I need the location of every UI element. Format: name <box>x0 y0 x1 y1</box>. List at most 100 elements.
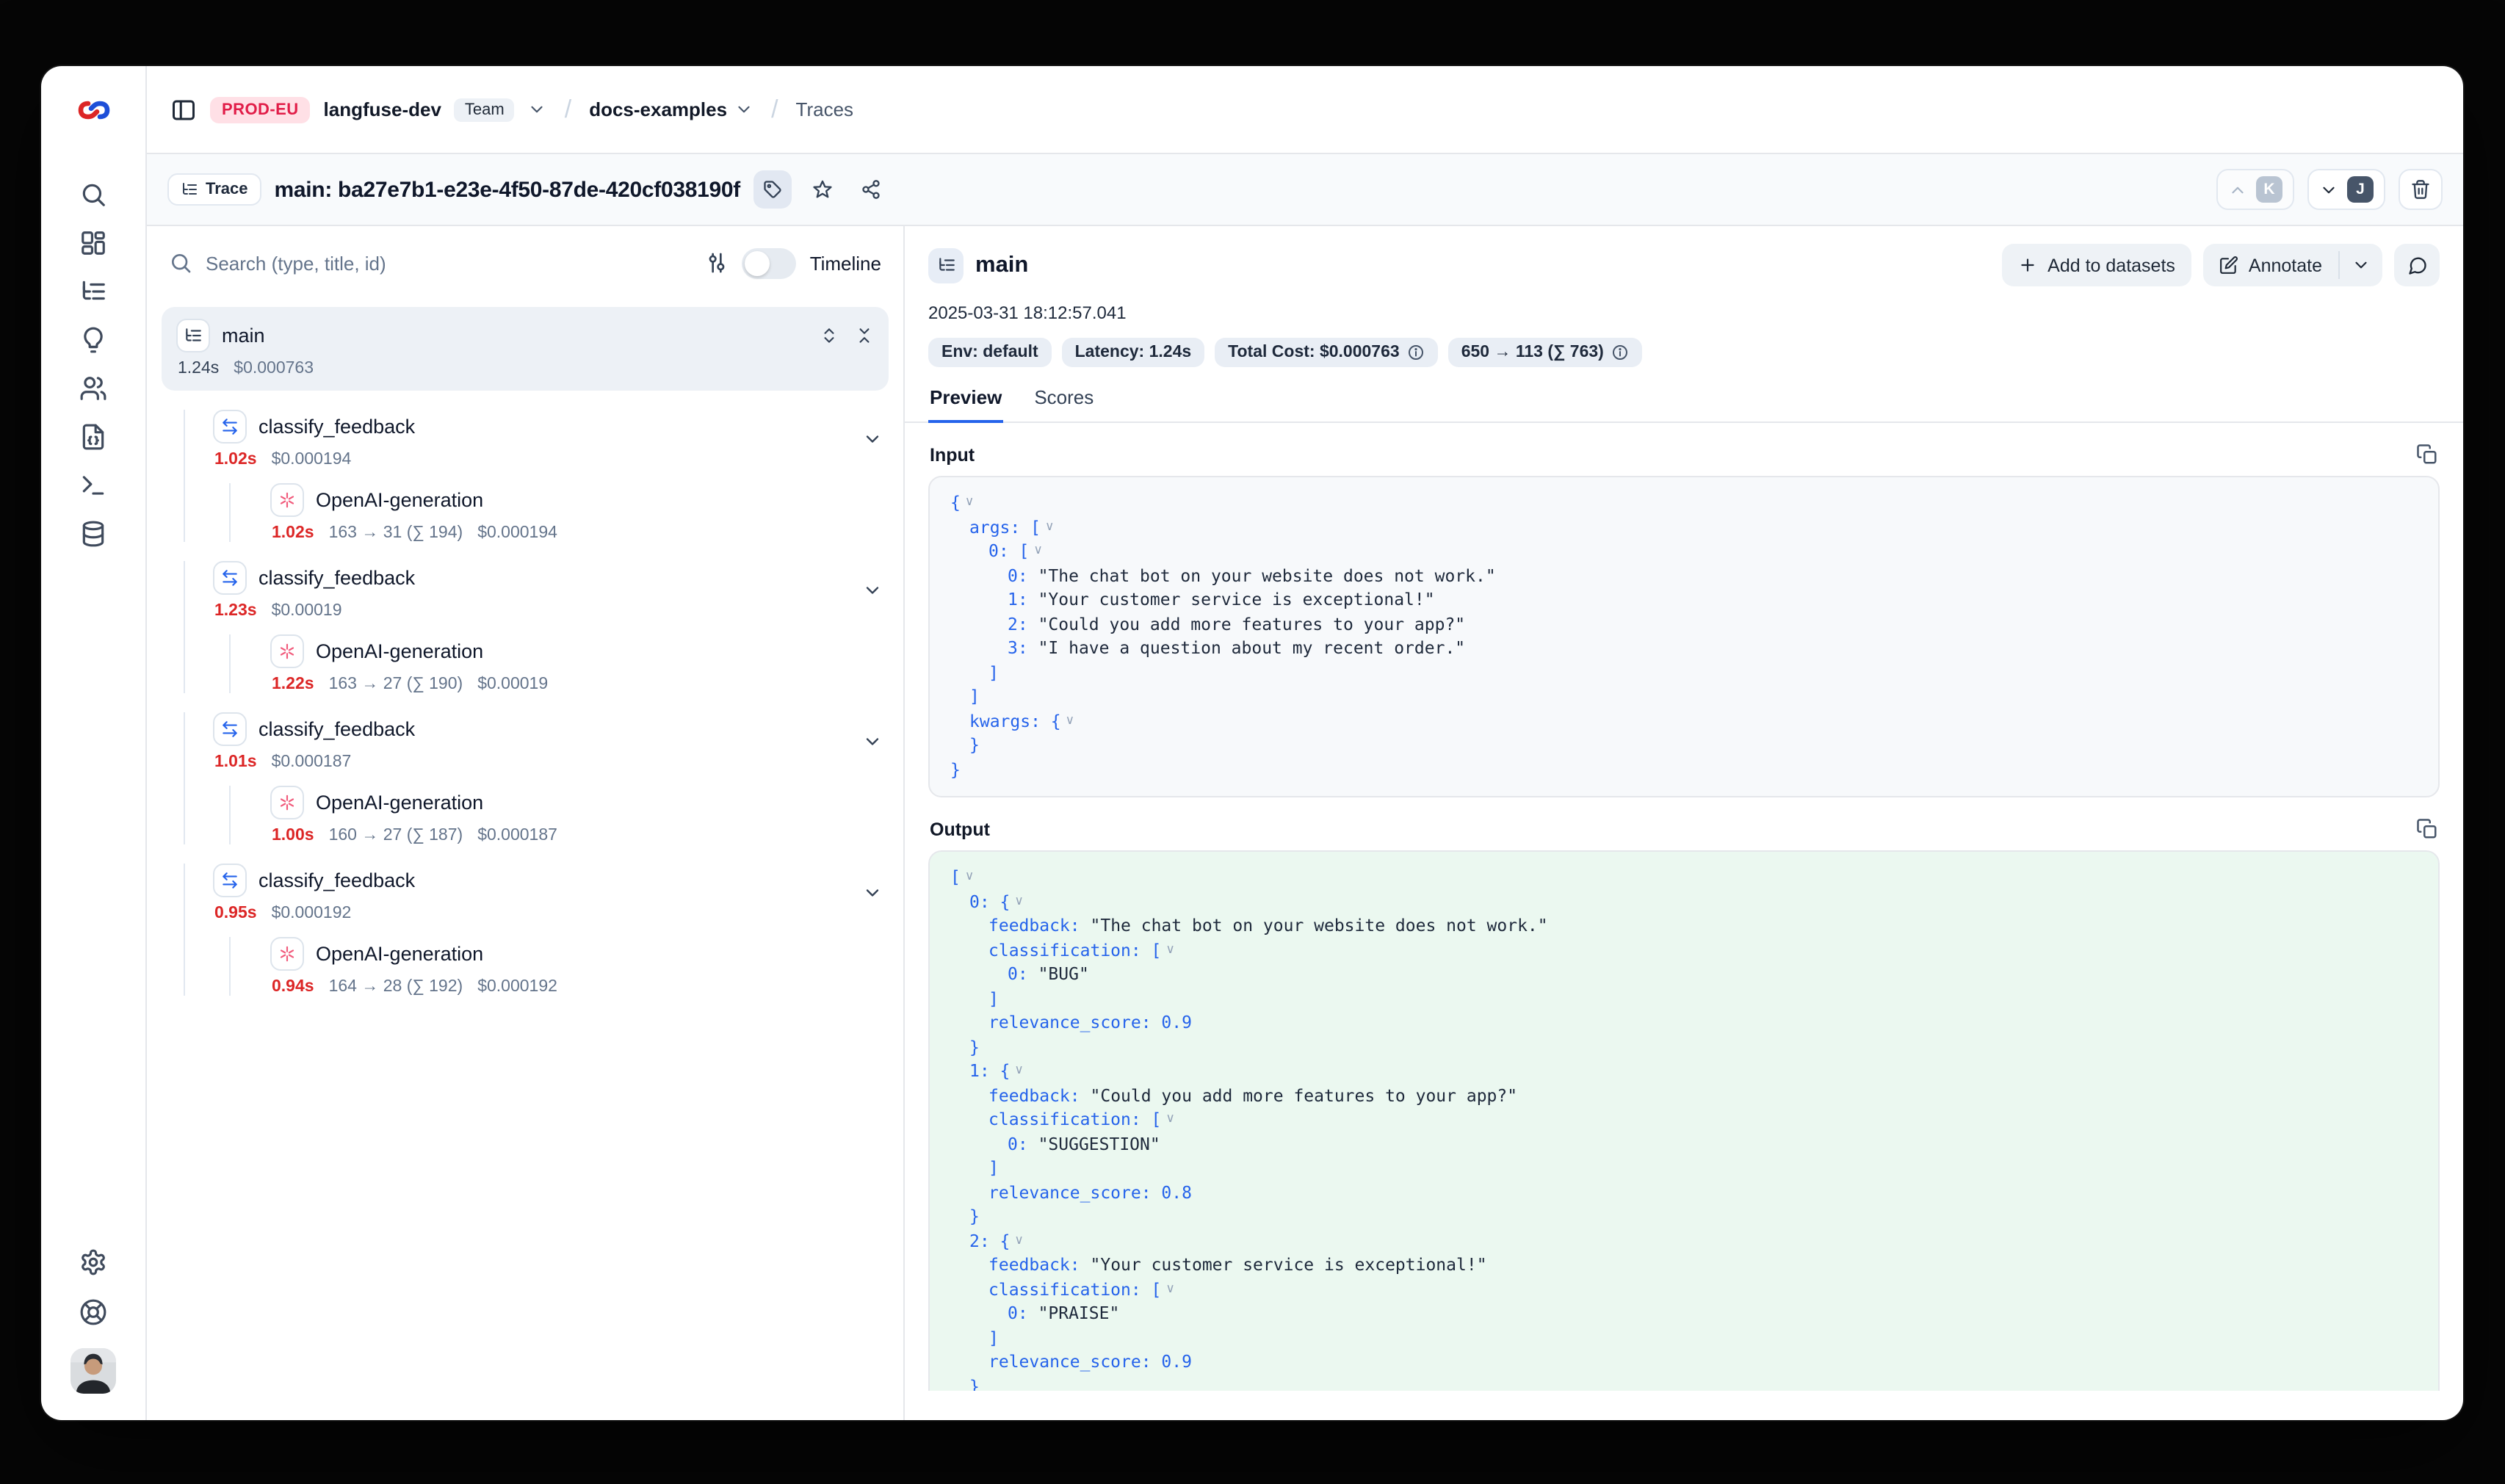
file-json-icon[interactable] <box>79 423 107 451</box>
users-icon[interactable] <box>79 374 107 402</box>
arrow-left-right-icon <box>213 712 247 746</box>
detail-title: main <box>975 252 1028 278</box>
add-to-datasets-button[interactable]: Add to datasets <box>2002 244 2191 286</box>
collapse-chevron-icon[interactable]: ∨ <box>1165 1112 1174 1126</box>
collapse-chevron-icon[interactable]: ∨ <box>1033 543 1042 558</box>
copy-input-icon[interactable] <box>2416 444 2438 466</box>
langfuse-logo[interactable] <box>41 66 145 154</box>
metric-badge[interactable]: Latency: 1.24s <box>1062 338 1205 367</box>
generation-tokens: 163 → 27 (∑ 190) <box>329 676 463 693</box>
chevron-down-icon[interactable] <box>862 883 883 911</box>
dashboard-icon[interactable] <box>79 229 107 257</box>
span-name: classify_feedback <box>259 567 415 589</box>
openai-icon <box>270 483 304 517</box>
settings-gear-icon[interactable] <box>79 1248 107 1276</box>
delete-trace-button[interactable] <box>2399 169 2443 210</box>
code-line: } <box>930 1374 2438 1391</box>
breadcrumb-traces[interactable]: Traces <box>796 98 854 120</box>
terminal-icon[interactable] <box>79 471 107 499</box>
collapse-all-icon[interactable] <box>855 326 874 345</box>
code-line: relevance_score: 0.9 <box>930 1350 2438 1374</box>
tree-node-generation[interactable]: OpenAI-generation 0.94s 164 → 28 (∑ 192)… <box>270 937 889 996</box>
annotate-button[interactable]: Annotate <box>2203 244 2338 286</box>
search-input[interactable]: Search (type, title, id) <box>206 252 693 274</box>
code-line: {∨ <box>930 491 2438 515</box>
tab-scores[interactable]: Scores <box>1033 383 1095 421</box>
datasets-icon[interactable] <box>79 520 107 548</box>
code-line: ] <box>930 1325 2438 1350</box>
comments-button[interactable] <box>2394 244 2440 286</box>
tree-node-generation[interactable]: OpenAI-generation 1.02s 163 → 31 (∑ 194)… <box>270 483 889 542</box>
collapse-chevron-icon[interactable]: ∨ <box>1014 1233 1023 1248</box>
support-lifebuoy-icon[interactable] <box>79 1298 107 1326</box>
trace-tree-panel: Search (type, title, id) Timeline main <box>147 226 905 1420</box>
generation-duration: 1.22s <box>272 676 314 693</box>
tree-node-span[interactable]: classify_feedback 1.02s $0.000194 <box>213 410 889 468</box>
sidebar-toggle-icon[interactable] <box>170 96 197 123</box>
tree-node-span[interactable]: classify_feedback 1.01s $0.000187 <box>213 712 889 771</box>
collapse-chevron-icon[interactable]: ∨ <box>1165 942 1174 957</box>
trace-icon <box>928 247 964 283</box>
filter-sliders-icon[interactable] <box>706 251 729 275</box>
openai-icon <box>270 786 304 819</box>
generation-name: OpenAI-generation <box>316 640 483 662</box>
tree-node-generation[interactable]: OpenAI-generation 1.00s 160 → 27 (∑ 187)… <box>270 786 889 844</box>
copy-output-icon[interactable] <box>2416 818 2438 840</box>
generation-tokens: 164 → 28 (∑ 192) <box>329 978 463 996</box>
tracing-icon[interactable] <box>79 278 107 305</box>
tab-preview[interactable]: Preview <box>928 383 1003 423</box>
trace-tree: main 1.24s $0.000763 <box>147 300 903 1420</box>
generation-name: OpenAI-generation <box>316 792 483 814</box>
tree-node-generation[interactable]: OpenAI-generation 1.22s 163 → 27 (∑ 190)… <box>270 634 889 693</box>
input-json-viewer: {∨args: [∨0: [∨0: "The chat bot on your … <box>928 476 2440 797</box>
collapse-chevron-icon[interactable]: ∨ <box>1014 1063 1023 1078</box>
arrow-left-right-icon <box>213 410 247 444</box>
nav-next-button[interactable]: J <box>2307 169 2385 210</box>
lightbulb-icon[interactable] <box>79 326 107 354</box>
detail-tabs: Preview Scores <box>905 383 2463 423</box>
trace-root-icon <box>176 319 210 352</box>
info-icon <box>1611 344 1629 361</box>
chevron-down-icon[interactable] <box>528 100 547 119</box>
code-line: ] <box>930 1156 2438 1180</box>
metric-badge[interactable]: Env: default <box>928 338 1052 367</box>
code-line: 0: "BUG" <box>930 962 2438 986</box>
generation-duration: 1.02s <box>272 524 314 542</box>
generation-cost: $0.000192 <box>477 978 557 996</box>
collapse-chevron-icon[interactable]: ∨ <box>965 495 974 510</box>
chevron-down-icon[interactable] <box>862 580 883 608</box>
share-button[interactable] <box>853 172 889 207</box>
search-icon[interactable] <box>79 181 107 209</box>
annotate-dropdown-chevron[interactable] <box>2340 244 2382 286</box>
user-avatar[interactable] <box>71 1348 116 1394</box>
collapse-chevron-icon[interactable]: ∨ <box>1014 894 1023 908</box>
tree-node-root[interactable]: main 1.24s $0.000763 <box>162 307 889 391</box>
generation-tokens: 160 → 27 (∑ 187) <box>329 827 463 844</box>
metric-badge[interactable]: Total Cost: $0.000763 <box>1215 338 1438 367</box>
tag-button[interactable] <box>753 170 792 209</box>
code-line: relevance_score: 0.9 <box>930 1010 2438 1035</box>
trace-timestamp: 2025-03-31 18:12:57.041 <box>928 303 2440 323</box>
trace-span-group: classify_feedback 1.23s $0.00019 OpenAI-… <box>184 561 889 693</box>
timeline-toggle[interactable] <box>742 247 797 278</box>
generation-cost: $0.00019 <box>477 676 548 693</box>
collapse-chevron-icon[interactable]: ∨ <box>1045 519 1054 534</box>
metric-badge[interactable]: 650 → 113 (∑ 763) <box>1448 338 1642 367</box>
chevron-down-icon[interactable] <box>862 731 883 759</box>
tree-node-span[interactable]: classify_feedback 1.23s $0.00019 <box>213 561 889 620</box>
env-badge: PROD-EU <box>210 96 311 123</box>
expand-all-icon[interactable] <box>820 326 839 345</box>
collapse-chevron-icon[interactable]: ∨ <box>1066 713 1074 728</box>
generation-children: OpenAI-generation 1.22s 163 → 27 (∑ 190)… <box>229 634 889 693</box>
trace-span-group: classify_feedback 0.95s $0.000192 OpenAI… <box>184 864 889 996</box>
collapse-chevron-icon[interactable]: ∨ <box>1165 1281 1174 1296</box>
collapse-chevron-icon[interactable]: ∨ <box>965 869 974 884</box>
annotate-label: Annotate <box>2249 255 2322 275</box>
breadcrumb-project[interactable]: docs-examples <box>589 98 753 120</box>
star-bookmark-button[interactable] <box>805 172 840 207</box>
breadcrumb-org[interactable]: langfuse-dev <box>324 98 441 120</box>
chevron-down-icon[interactable] <box>862 429 883 457</box>
search-icon <box>169 251 192 275</box>
nav-previous-button[interactable]: K <box>2216 169 2294 210</box>
tree-node-span[interactable]: classify_feedback 0.95s $0.000192 <box>213 864 889 922</box>
